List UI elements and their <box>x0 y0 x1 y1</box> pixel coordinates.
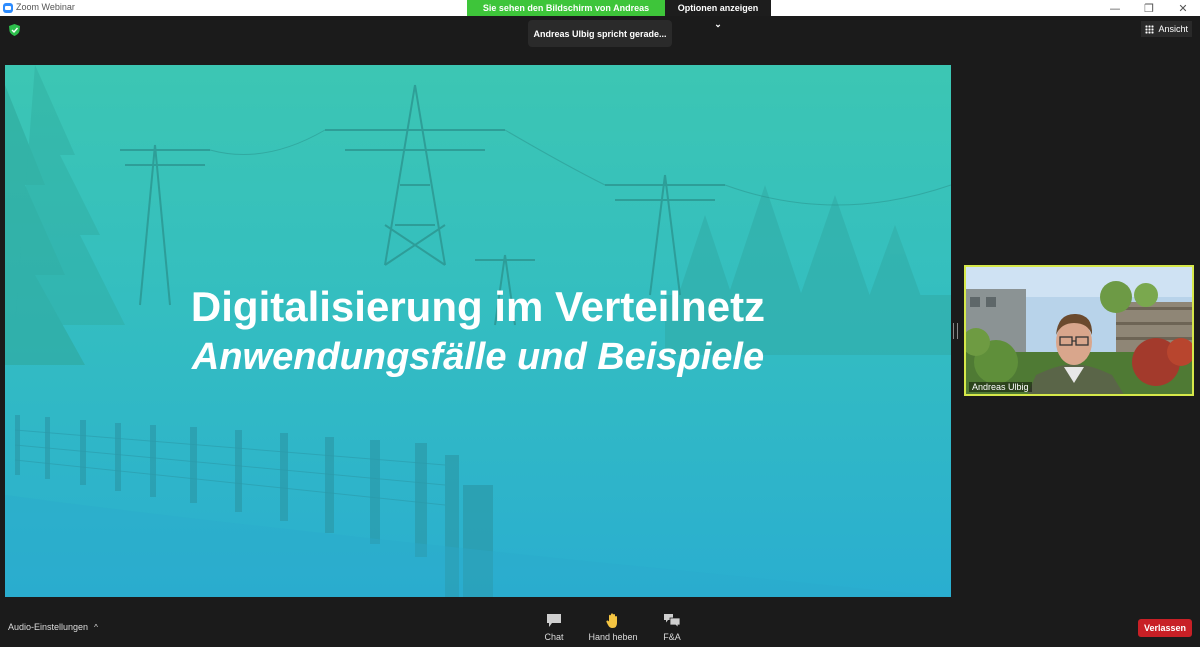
view-options-button[interactable]: Optionen anzeigen ⌄ <box>665 0 771 29</box>
screen-share-banner: Sie sehen den Bildschirm von Andreas Ulb… <box>467 0 771 29</box>
qa-button[interactable]: F&A <box>642 613 702 642</box>
participant-name-label: Andreas Ulbig <box>969 382 1032 392</box>
chat-label: Chat <box>544 632 564 642</box>
qa-label: F&A <box>663 632 681 642</box>
participant-video-frame <box>966 267 1192 394</box>
shared-screen-slide: Digitalisierung im Verteilnetz Anwendung… <box>5 65 951 597</box>
chevron-up-icon[interactable]: ^ <box>94 623 98 632</box>
close-button[interactable]: ✕ <box>1166 0 1200 16</box>
raise-hand-button[interactable]: Hand heben <box>583 613 643 642</box>
share-banner-text: Sie sehen den Bildschirm von Andreas Ulb… <box>467 0 665 29</box>
raise-hand-icon <box>606 613 617 628</box>
window-titlebar: Zoom Webinar Sie sehen den Bildschirm vo… <box>0 0 1200 29</box>
slide-title: Digitalisierung im Verteilnetz <box>190 283 766 330</box>
view-button[interactable]: Ansicht <box>1141 21 1192 37</box>
chat-bubble-icon <box>547 614 561 627</box>
raise-hand-label: Hand heben <box>588 632 638 642</box>
chat-button[interactable]: Chat <box>524 613 584 642</box>
participant-video-tile[interactable]: Andreas Ulbig <box>964 265 1194 396</box>
slide-background-image <box>5 65 951 597</box>
view-button-label: Ansicht <box>1158 24 1188 34</box>
minimize-button[interactable]: — <box>1098 0 1132 16</box>
qa-bubbles-icon <box>664 614 681 628</box>
window-title: Zoom Webinar <box>16 2 75 12</box>
slide-subtitle: Anwendungsfälle und Beispiele <box>191 336 765 378</box>
zoom-app-icon <box>3 3 13 13</box>
audio-settings-button[interactable]: Audio-Einstellungen ^ <box>8 622 98 632</box>
active-speaker-indicator: Andreas Ulbig spricht gerade... <box>528 20 672 47</box>
audio-settings-label: Audio-Einstellungen <box>8 622 89 632</box>
restore-button[interactable]: ❐ <box>1132 0 1166 16</box>
panel-splitter-handle[interactable] <box>953 323 958 339</box>
encryption-shield-icon[interactable] <box>9 24 20 36</box>
window-controls: — ❐ ✕ <box>1098 0 1200 16</box>
grid-icon <box>1145 24 1155 34</box>
leave-button[interactable]: Verlassen <box>1138 619 1192 637</box>
